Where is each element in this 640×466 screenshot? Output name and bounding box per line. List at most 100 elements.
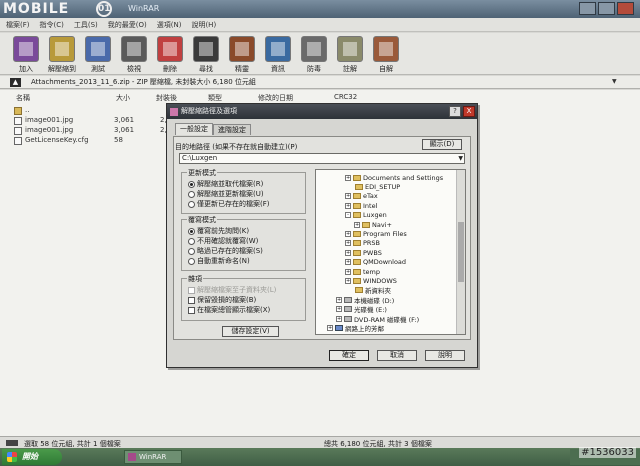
- menu-help[interactable]: 說明(H): [191, 20, 216, 30]
- expand-toggle-icon[interactable]: +: [354, 221, 360, 228]
- expand-toggle-icon[interactable]: +: [345, 193, 351, 200]
- col-modified[interactable]: 修改的日期: [258, 93, 293, 103]
- help-button[interactable]: 說明: [425, 350, 465, 361]
- up-folder-icon[interactable]: ▲: [10, 77, 21, 87]
- checkbox-option[interactable]: 保留毀損的檔案(B): [188, 295, 256, 305]
- toolbar-button-3[interactable]: 檢視: [116, 33, 152, 75]
- radio-option[interactable]: 自動重新命名(N): [188, 256, 250, 266]
- radio-button[interactable]: [188, 257, 195, 265]
- cancel-button[interactable]: 取消: [377, 350, 417, 361]
- tab-advanced[interactable]: 進階設定: [213, 124, 251, 135]
- col-packed[interactable]: 封裝後: [156, 93, 177, 103]
- start-button[interactable]: 開始: [2, 449, 62, 465]
- expand-toggle-icon[interactable]: +: [336, 306, 342, 313]
- toolbar-button-0[interactable]: 加入: [8, 33, 44, 75]
- tree-node[interactable]: + Program Files: [345, 229, 407, 238]
- destination-path-input[interactable]: C:\Luxgen ▼: [179, 153, 465, 164]
- tree-node[interactable]: - Luxgen: [345, 211, 387, 220]
- tree-node[interactable]: + PWBS: [345, 248, 382, 257]
- radio-option[interactable]: 僅更新已存在的檔案(F): [188, 199, 270, 209]
- tree-node[interactable]: + WINDOWS: [345, 276, 397, 285]
- checkbox-option[interactable]: 解壓縮檔案至子資料夾(L): [188, 285, 276, 295]
- radio-option[interactable]: 略過已存在的檔案(S): [188, 246, 263, 256]
- col-name[interactable]: 名稱: [16, 93, 30, 103]
- menu-tools[interactable]: 工具(S): [74, 20, 98, 30]
- tree-node[interactable]: + DVD-RAM 磁碟機 (F:): [336, 314, 419, 324]
- expand-toggle-icon[interactable]: +: [345, 259, 351, 266]
- folder-icon: [362, 221, 370, 228]
- toolbar-button-6[interactable]: 精靈: [224, 33, 260, 75]
- radio-option[interactable]: 解壓縮並更新檔案(U): [188, 189, 264, 199]
- radio-button[interactable]: [188, 237, 195, 245]
- tree-node[interactable]: + Navi+: [354, 220, 392, 229]
- address-dropdown-icon[interactable]: ▼: [612, 78, 620, 87]
- tree-node[interactable]: + PRSB: [345, 239, 380, 248]
- drive-icon: [344, 306, 352, 313]
- toolbar-button-10[interactable]: 自解: [368, 33, 404, 75]
- dialog-help-icon[interactable]: ?: [449, 106, 461, 117]
- tree-node[interactable]: + Documents and Settings: [345, 173, 443, 182]
- expand-toggle-icon[interactable]: +: [345, 230, 351, 237]
- checkbox[interactable]: [188, 306, 195, 314]
- radio-option[interactable]: 覆寫前先詢問(K): [188, 226, 249, 236]
- col-crc[interactable]: CRC32: [334, 93, 357, 101]
- maximize-button[interactable]: [598, 2, 615, 15]
- radio-option[interactable]: 不用確認就覆寫(W): [188, 236, 258, 246]
- tree-node-label: PRSB: [363, 239, 381, 248]
- expand-toggle-icon[interactable]: +: [345, 277, 351, 284]
- toolbar-button-1[interactable]: 解壓縮到: [44, 33, 80, 75]
- tree-scroll-thumb[interactable]: [458, 222, 464, 282]
- tree-node[interactable]: + QMDownload: [345, 258, 406, 267]
- expand-toggle-icon[interactable]: +: [345, 240, 351, 247]
- tree-node[interactable]: + temp: [345, 267, 380, 276]
- expand-toggle-icon[interactable]: +: [336, 296, 342, 303]
- tree-node[interactable]: + 光碟機 (E:): [336, 305, 387, 314]
- close-window-button[interactable]: [617, 2, 634, 15]
- toolbar-button-2[interactable]: 測試: [80, 33, 116, 75]
- toolbar-button-8[interactable]: 防毒: [296, 33, 332, 75]
- taskbar-winrar[interactable]: WinRAR: [124, 450, 182, 464]
- menu-commands[interactable]: 指令(C): [40, 20, 64, 30]
- toolbar-button-9[interactable]: 註解: [332, 33, 368, 75]
- radio-button[interactable]: [188, 180, 195, 188]
- toolbar-button-5[interactable]: 尋找: [188, 33, 224, 75]
- tab-general[interactable]: 一般設定: [175, 123, 213, 135]
- radio-option[interactable]: 解壓縮並取代檔案(R): [188, 179, 263, 189]
- tree-node[interactable]: + 網路上的芳鄰: [327, 323, 384, 333]
- toolbar-button-7[interactable]: 資訊: [260, 33, 296, 75]
- checkbox[interactable]: [188, 296, 195, 304]
- col-size[interactable]: 大小: [116, 93, 130, 103]
- show-button[interactable]: 顯示(D): [422, 139, 462, 150]
- expand-toggle-icon[interactable]: +: [345, 202, 351, 209]
- tree-node[interactable]: + Intel: [345, 201, 377, 210]
- radio-button[interactable]: [188, 247, 195, 255]
- expand-toggle-icon[interactable]: +: [336, 315, 342, 322]
- toolbar-button-4[interactable]: 刪除: [152, 33, 188, 75]
- expand-toggle-icon[interactable]: +: [345, 249, 351, 256]
- tree-node[interactable]: + eTax: [345, 192, 378, 201]
- radio-button[interactable]: [188, 200, 195, 208]
- tree-scrollbar[interactable]: [456, 170, 465, 334]
- radio-button[interactable]: [188, 190, 195, 198]
- minimize-button[interactable]: [579, 2, 596, 15]
- radio-button[interactable]: [188, 227, 195, 235]
- menu-file[interactable]: 檔案(F): [6, 20, 30, 30]
- tree-node[interactable]: 新資料夾: [345, 286, 391, 295]
- menu-favorites[interactable]: 我的最愛(O): [108, 20, 147, 30]
- tree-node[interactable]: + 本機磁碟 (D:): [336, 295, 394, 305]
- expand-toggle-icon[interactable]: -: [345, 212, 351, 219]
- menu-options[interactable]: 選項(N): [157, 20, 182, 30]
- ok-button[interactable]: 確定: [329, 350, 369, 361]
- expand-toggle-icon[interactable]: +: [327, 324, 333, 331]
- destination-dropdown-icon[interactable]: ▼: [458, 154, 463, 163]
- col-type[interactable]: 類型: [208, 93, 222, 103]
- dialog-close-button[interactable]: X: [463, 106, 475, 117]
- checkbox[interactable]: [188, 286, 195, 294]
- expand-toggle-icon[interactable]: +: [345, 174, 351, 181]
- expand-toggle-icon[interactable]: +: [345, 268, 351, 275]
- tree-node[interactable]: EDI_SETUP: [345, 182, 400, 191]
- checkbox-option[interactable]: 在檔案總管顯示檔案(X): [188, 305, 270, 315]
- folder-tree[interactable]: + Documents and Settings EDI_SETUP + eTax + In…: [315, 169, 466, 335]
- tree-node-label: Documents and Settings: [363, 173, 444, 182]
- save-settings-button[interactable]: 儲存設定(V): [222, 326, 279, 337]
